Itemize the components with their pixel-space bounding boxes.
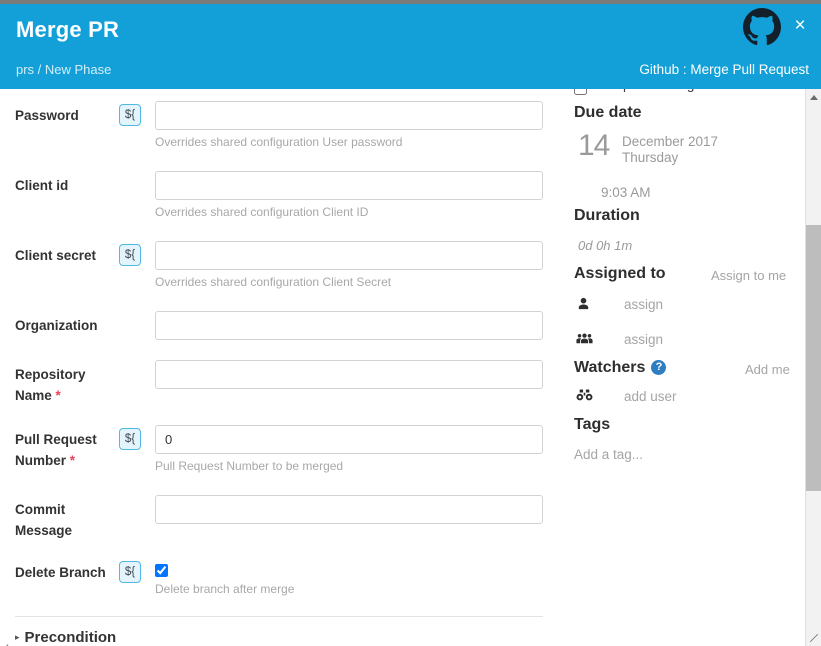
add-watcher-row: add user [574, 388, 784, 410]
add-tag-link[interactable]: Add a tag... [574, 447, 643, 462]
resize-grip-icon[interactable] [806, 630, 821, 646]
add-me-link[interactable]: Add me [745, 362, 790, 377]
due-date-weekday: Thursday [622, 150, 679, 165]
binoculars-icon [576, 388, 596, 406]
details-sidebar: Postpone during blackout Due date 14 Dec… [560, 89, 800, 646]
field-help-text: Overrides shared configuration Client Se… [155, 275, 392, 289]
assign-group-row: assign [574, 331, 784, 353]
postpone-blackout-checkbox[interactable] [574, 89, 587, 95]
duration-value: 0d 0h 1m [578, 238, 633, 253]
assign-user-link[interactable]: assign [624, 297, 663, 312]
form-field-organization: Organization [0, 299, 560, 348]
form-field-delete-branch: Delete Branch ${ Delete branch after mer… [0, 548, 560, 608]
github-octocat-icon [743, 8, 781, 46]
field-label: Password [15, 108, 79, 123]
assigned-to-heading: Assigned to [574, 265, 666, 282]
users-group-icon [576, 331, 596, 349]
tags-heading: Tags [574, 416, 611, 433]
field-label: Delete Branch [15, 565, 106, 580]
field-help-text: Overrides shared configuration Client ID [155, 205, 369, 219]
page-title: Merge PR [16, 17, 120, 42]
required-asterisk: * [69, 453, 76, 468]
field-label: Pull Request Number * [15, 432, 97, 468]
duration-heading: Duration [574, 207, 640, 224]
scrollbar-thumb[interactable] [806, 225, 821, 491]
vertical-scrollbar[interactable] [805, 89, 821, 646]
organization-input[interactable] [155, 311, 543, 340]
field-label: Client id [15, 178, 69, 193]
precondition-section-toggle[interactable]: ▸ Precondition [15, 629, 116, 646]
variable-button[interactable]: ${ [119, 428, 141, 450]
due-date-day: 14 [578, 129, 610, 162]
form-panel: Password ${ Overrides shared configurati… [0, 89, 560, 646]
variable-button[interactable]: ${ [119, 104, 141, 126]
header-subtitle: Github : Merge Pull Request [639, 62, 809, 77]
form-field-client-secret: Client secret ${ Overrides shared config… [0, 229, 560, 294]
precondition-section-title: Precondition [24, 629, 117, 646]
panel-resize-marker[interactable]: ◢ [2, 642, 11, 646]
watchers-heading: Watchers? [574, 359, 667, 377]
dialog-header: Merge PR prs / New Phase Github : Merge … [0, 4, 821, 89]
assign-group-link[interactable]: assign [624, 332, 663, 347]
field-label: Repository Name * [15, 367, 86, 403]
due-date-heading: Due date [574, 104, 642, 121]
field-help-text: Overrides shared configuration User pass… [155, 135, 403, 149]
form-field-client-id: Client id Overrides shared configuration… [0, 159, 560, 224]
due-date-month-year: December 2017 [622, 134, 719, 149]
field-label: Commit Message [15, 502, 73, 538]
merge-pr-dialog: Merge PR prs / New Phase Github : Merge … [0, 0, 821, 646]
chevron-right-icon: ▸ [15, 632, 20, 643]
client-secret-input[interactable] [155, 241, 543, 270]
pull-request-number-input[interactable] [155, 425, 543, 454]
form-field-pull-request-number: Pull Request Number * ${ Pull Request Nu… [0, 413, 560, 483]
help-icon[interactable]: ? [651, 360, 667, 375]
required-asterisk: * [55, 388, 61, 403]
user-icon [576, 296, 596, 314]
scroll-up-arrow-icon[interactable] [806, 89, 821, 105]
field-help-text: Pull Request Number to be merged [155, 459, 344, 473]
field-label: Client secret [15, 248, 97, 263]
form-field-repository-name: Repository Name * [0, 348, 560, 413]
dialog-body: Password ${ Overrides shared configurati… [0, 89, 821, 646]
close-icon[interactable]: × [789, 15, 811, 37]
client-id-input[interactable] [155, 171, 543, 200]
commit-message-input[interactable] [155, 495, 543, 524]
password-input[interactable] [155, 101, 543, 130]
due-date-time: 9:03 AM [601, 185, 651, 200]
delete-branch-checkbox[interactable] [155, 564, 168, 577]
variable-button[interactable]: ${ [119, 244, 141, 266]
section-divider [15, 616, 543, 617]
assign-user-row: assign [574, 296, 784, 318]
field-label: Organization [15, 318, 98, 333]
assign-to-me-link[interactable]: Assign to me [711, 268, 786, 283]
repository-name-input[interactable] [155, 360, 543, 389]
variable-button[interactable]: ${ [119, 561, 141, 583]
form-field-password: Password ${ Overrides shared configurati… [0, 89, 560, 154]
field-help-text: Delete branch after merge [155, 582, 295, 596]
add-user-link[interactable]: add user [624, 389, 677, 404]
form-field-commit-message: Commit Message [0, 483, 560, 543]
postpone-blackout-label: Postpone during blackout [596, 89, 748, 92]
breadcrumb: prs / New Phase [16, 62, 112, 77]
